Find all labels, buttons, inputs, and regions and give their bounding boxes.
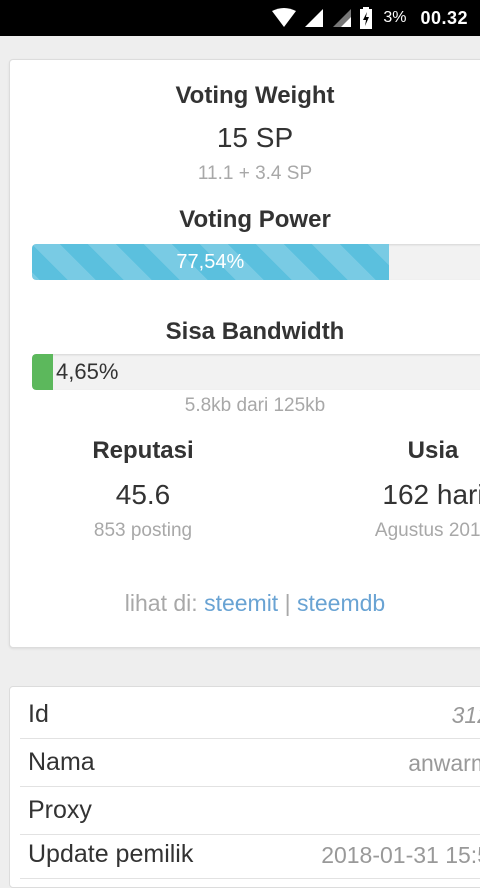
row-value: anwarm bbox=[408, 750, 480, 776]
links-separator: | bbox=[284, 590, 291, 616]
age-value: 162 hari bbox=[382, 479, 480, 510]
account-stats-card: Voting Weight 15 SP 11.1 + 3.4 SP Voting… bbox=[9, 59, 480, 648]
row-key: Nama bbox=[28, 748, 95, 776]
row-value: 312 bbox=[451, 702, 480, 728]
cell-signal-2-icon bbox=[333, 9, 352, 27]
table-row-id: Id 312 bbox=[20, 691, 480, 739]
reputation-posts: 853 posting bbox=[93, 520, 193, 541]
bandwidth-percent: 4,65% bbox=[56, 359, 119, 384]
voting-power-fill: 77,54% bbox=[32, 244, 389, 280]
clock: 00.32 bbox=[420, 7, 468, 28]
table-row-proxy: Proxy bbox=[20, 787, 480, 835]
steemdb-link[interactable]: steemdb bbox=[297, 590, 385, 616]
bandwidth-detail: 5.8kb dari 125kb bbox=[184, 395, 326, 416]
reputation-value: 45.6 bbox=[115, 479, 171, 510]
table-row-update-owner: Update pemilik 2018-01-31 15:5 bbox=[20, 831, 480, 879]
age-label: Usia bbox=[407, 437, 459, 464]
row-value: 2018-01-31 15:5 bbox=[321, 842, 480, 868]
voting-weight-breakdown: 11.1 + 3.4 SP bbox=[197, 163, 313, 184]
status-bar: 3% 00.32 bbox=[0, 0, 480, 36]
wifi-icon bbox=[272, 8, 297, 27]
voting-weight-label: Voting Weight bbox=[175, 82, 335, 109]
voting-power-bar: 77,54% bbox=[32, 244, 480, 280]
row-key: Proxy bbox=[28, 796, 92, 824]
battery-percent: 3% bbox=[383, 9, 407, 26]
cell-signal-icon bbox=[305, 9, 324, 27]
row-key: Update pemilik bbox=[28, 840, 194, 868]
external-links: lihat di: steemit | steemdb bbox=[10, 590, 480, 617]
steemit-link[interactable]: steemit bbox=[204, 590, 278, 616]
reputation-label: Reputasi bbox=[92, 437, 194, 464]
voting-power-percent: 77,54% bbox=[176, 250, 245, 273]
status-icons: 3% 00.32 bbox=[271, 0, 468, 36]
age-since: Agustus 2017 bbox=[374, 520, 480, 541]
bandwidth-bar: 4,65% bbox=[32, 354, 480, 390]
bandwidth-fill bbox=[32, 354, 54, 390]
bandwidth-label: Sisa Bandwidth bbox=[165, 318, 345, 345]
links-prefix: lihat di: bbox=[124, 590, 198, 616]
battery-charging-icon bbox=[360, 7, 373, 29]
voting-weight-value: 15 SP bbox=[216, 122, 294, 153]
account-details-table: Id 312 Nama anwarm Proxy Update pemilik … bbox=[9, 686, 480, 888]
voting-power-label: Voting Power bbox=[179, 206, 331, 233]
table-row-nama: Nama anwarm bbox=[20, 739, 480, 787]
row-key: Id bbox=[28, 700, 49, 728]
